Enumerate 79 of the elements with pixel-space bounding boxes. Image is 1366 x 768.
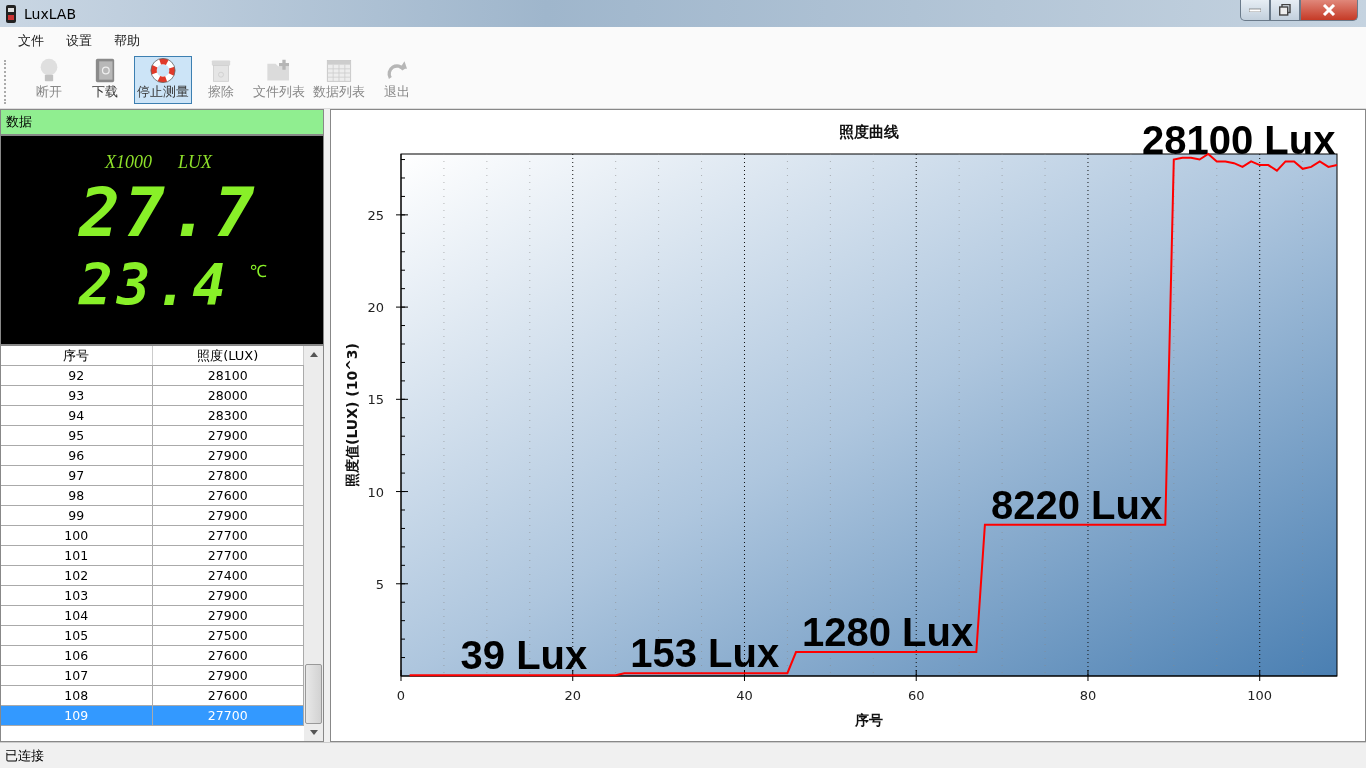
table-row[interactable]: 103 27900 — [1, 586, 304, 606]
restore-icon — [1279, 4, 1291, 16]
scrollbar-thumb[interactable] — [305, 664, 322, 724]
lifebuoy-icon — [148, 58, 178, 83]
table-cell: 92 — [1, 366, 153, 385]
x-tick-label: 40 — [736, 688, 753, 703]
y-tick-label: 25 — [367, 207, 384, 223]
table-row[interactable]: 97 27800 — [1, 466, 304, 486]
table-cell: 98 — [1, 486, 153, 505]
y-tick-label: 5 — [375, 576, 384, 592]
table-row[interactable]: 95 27900 — [1, 426, 304, 446]
close-button[interactable] — [1300, 0, 1358, 21]
table-cell: 100 — [1, 526, 153, 545]
table-row[interactable]: 102 27400 — [1, 566, 304, 586]
table-row[interactable]: 101 27700 — [1, 546, 304, 566]
panel-header: 数据 — [1, 110, 323, 136]
temperature-unit: ℃ — [249, 261, 267, 282]
table-row[interactable]: 105 27500 — [1, 626, 304, 646]
x-tick-label: 0 — [396, 688, 406, 703]
table-row[interactable]: 99 27900 — [1, 506, 304, 526]
table-cell: 102 — [1, 566, 153, 585]
scroll-up-icon — [309, 352, 318, 357]
table-cell: 106 — [1, 646, 153, 665]
table-row[interactable]: 96 27900 — [1, 446, 304, 466]
table-cell: 97 — [1, 466, 153, 485]
table-row[interactable]: 107 27900 — [1, 666, 304, 686]
scroll-down-icon — [309, 730, 318, 735]
minimize-icon — [1249, 8, 1261, 12]
table-cell: 105 — [1, 626, 153, 645]
y-tick-label: 15 — [367, 392, 384, 408]
x-tick-label: 60 — [907, 688, 925, 703]
x-tick-label: 80 — [1079, 688, 1097, 703]
x-tick-label: 20 — [564, 688, 581, 703]
chart-title: 照度曲线 — [839, 123, 899, 141]
y-tick-label: 20 — [367, 300, 384, 316]
menu-item[interactable]: 设置 — [56, 29, 102, 52]
table-row[interactable]: 94 28300 — [1, 406, 304, 426]
table-cell: 104 — [1, 606, 153, 625]
table-cell: 93 — [1, 386, 153, 405]
unit-label: LUX — [178, 152, 212, 173]
x-axis-title: 序号 — [855, 712, 883, 728]
lux-annotation: 1280 Lux — [802, 610, 974, 654]
lux-reading: 27.7 — [79, 173, 259, 253]
table-cell: 95 — [1, 426, 153, 445]
table-row[interactable]: 98 27600 — [1, 486, 304, 506]
lux-annotation: 39 Lux — [460, 633, 588, 678]
table-row[interactable]: 100 27700 — [1, 526, 304, 546]
status-text: 已连接 — [5, 746, 44, 765]
menu-item[interactable]: 文件 — [8, 29, 54, 52]
table-cell: 99 — [1, 506, 153, 525]
minimize-button[interactable] — [1240, 0, 1270, 21]
close-icon — [1322, 4, 1336, 16]
window-title: LuxLAB — [24, 5, 76, 22]
x-tick-label: 100 — [1247, 688, 1273, 703]
table-row[interactable]: 106 27600 — [1, 646, 304, 666]
column-header[interactable]: 序号 — [1, 346, 153, 365]
maximize-button[interactable] — [1270, 0, 1300, 21]
lux-annotation: 8220 Lux — [990, 482, 1163, 527]
y-tick-label: 10 — [367, 484, 384, 500]
table-cell: 94 — [1, 406, 153, 425]
lux-annotation: 28100 Lux — [1142, 117, 1336, 162]
table-cell: 107 — [1, 666, 153, 685]
table-cell: 103 — [1, 586, 153, 605]
table-cell: 101 — [1, 546, 153, 565]
table-cell: 108 — [1, 686, 153, 705]
meter-icon — [6, 4, 16, 23]
menu-item[interactable]: 帮助 — [104, 29, 150, 52]
scrollbar[interactable] — [304, 346, 323, 741]
table-row[interactable]: 92 28100 — [1, 366, 304, 386]
table-row[interactable]: 93 28000 — [1, 386, 304, 406]
temperature-reading: 23.4 — [79, 253, 230, 319]
lux-annotation: 153 Lux — [630, 631, 780, 676]
scale-label: X1000 — [105, 152, 152, 173]
table-row[interactable]: 104 27900 — [1, 606, 304, 626]
table-cell: 109 — [1, 706, 153, 725]
y-axis-title: 照度值(LUX) (10^3) — [344, 343, 360, 487]
toolbar-button[interactable]: 停止测量 — [134, 56, 192, 104]
table-cell: 96 — [1, 446, 153, 465]
toolbar-button[interactable]: 下载 — [78, 56, 132, 104]
